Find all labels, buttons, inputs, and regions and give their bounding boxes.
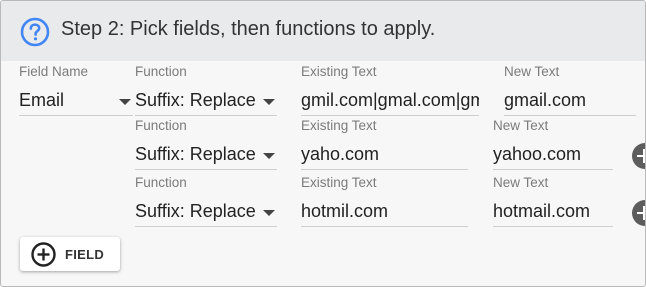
add-field-label: FIELD	[65, 247, 105, 262]
chevron-down-icon	[263, 153, 275, 159]
chevron-down-icon	[263, 99, 275, 105]
help-circle-icon[interactable]	[20, 17, 50, 47]
new-text-label: New Text	[493, 175, 549, 190]
new-text-value: hotmail.com	[493, 201, 591, 221]
step-panel: Step 2: Pick fields, then functions to a…	[0, 0, 646, 287]
function-label: Function	[135, 64, 187, 79]
existing-text-label: Existing Text	[301, 175, 377, 190]
existing-text-input-2[interactable]: yaho.com	[301, 140, 468, 170]
add-circle-icon[interactable]	[632, 200, 645, 226]
new-text-value: gmail.com	[504, 90, 587, 110]
add-circle-outline-icon	[31, 242, 56, 267]
new-text-label: New Text	[504, 64, 560, 79]
add-circle-icon[interactable]	[632, 143, 645, 169]
new-text-label: New Text	[493, 118, 549, 133]
add-field-button[interactable]: FIELD	[20, 237, 120, 271]
existing-text-label: Existing Text	[301, 64, 377, 79]
existing-text-value: hotmil.com	[301, 201, 389, 221]
function-select-3[interactable]: Suffix: Replace	[135, 197, 277, 227]
field-name-select[interactable]: Email	[19, 86, 133, 116]
step-title: Step 2: Pick fields, then functions to a…	[61, 18, 436, 40]
existing-text-value: gmil.com|gmal.com|gmail.co	[301, 90, 479, 110]
existing-text-value: yaho.com	[301, 144, 380, 164]
chevron-down-icon	[119, 99, 131, 105]
chevron-down-icon	[263, 210, 275, 216]
function-select-2[interactable]: Suffix: Replace	[135, 140, 277, 170]
step-header: Step 2: Pick fields, then functions to a…	[1, 1, 645, 61]
new-text-input-1[interactable]: gmail.com	[504, 86, 636, 116]
field-name-value: Email	[19, 90, 65, 110]
function-select-1[interactable]: Suffix: Replace	[135, 86, 277, 116]
function-label: Function	[135, 118, 187, 133]
function-label: Function	[135, 175, 187, 190]
existing-text-input-3[interactable]: hotmil.com	[301, 197, 468, 227]
new-text-input-3[interactable]: hotmail.com	[493, 197, 613, 227]
field-name-label: Field Name	[19, 64, 89, 79]
new-text-input-2[interactable]: yahoo.com	[493, 140, 613, 170]
existing-text-input-1[interactable]: gmil.com|gmal.com|gmail.co	[301, 86, 479, 116]
function-value: Suffix: Replace	[135, 144, 256, 164]
existing-text-label: Existing Text	[301, 118, 377, 133]
function-value: Suffix: Replace	[135, 201, 256, 221]
new-text-value: yahoo.com	[493, 144, 582, 164]
function-value: Suffix: Replace	[135, 90, 256, 110]
